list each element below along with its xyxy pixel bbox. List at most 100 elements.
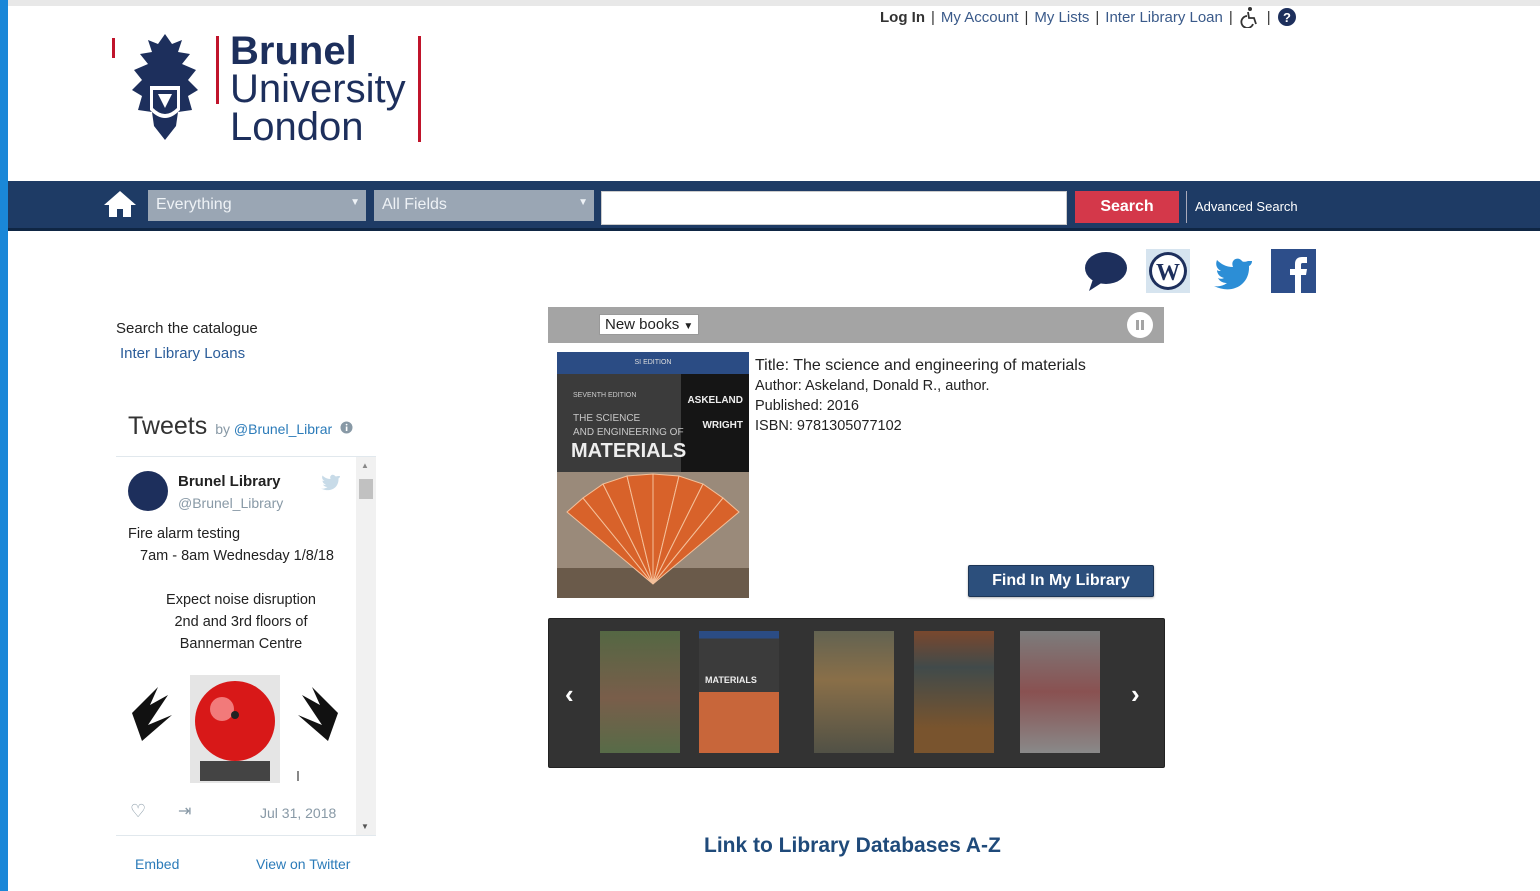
- chevron-down-icon: ▼: [578, 197, 588, 208]
- chat-icon[interactable]: [1083, 249, 1129, 293]
- tweets-by-word: by: [215, 421, 230, 437]
- avatar[interactable]: [128, 471, 168, 511]
- logo-rule: [418, 36, 421, 142]
- home-icon[interactable]: [102, 189, 138, 219]
- share-icon[interactable]: ⇥: [178, 801, 191, 821]
- embed-link[interactable]: Embed: [135, 856, 179, 872]
- alarm-bell-image[interactable]: [128, 675, 342, 785]
- search-input[interactable]: [601, 191, 1067, 225]
- library-databases-link[interactable]: Link to Library Databases A-Z: [704, 834, 1001, 858]
- book-details: Title: The science and engineering of ma…: [755, 356, 1086, 436]
- logo-wordmark: Brunel University London: [230, 29, 406, 149]
- facebook-icon[interactable]: [1271, 249, 1316, 293]
- chevron-left-icon[interactable]: ‹: [565, 679, 574, 710]
- crest-icon: [132, 34, 198, 140]
- chevron-down-icon: ▼: [350, 197, 360, 208]
- tweet-line: 7am - 8am Wednesday 1/8/18: [140, 548, 334, 564]
- chevron-right-icon[interactable]: ›: [1131, 679, 1140, 710]
- tweet-date[interactable]: Jul 31, 2018: [260, 805, 336, 821]
- window-top-edge: [0, 0, 1540, 6]
- new-books-select[interactable]: New books ▼: [599, 314, 700, 335]
- search-field-select[interactable]: All Fields ▼: [374, 190, 594, 221]
- top-utility-nav: Log In | My Account | My Lists | Inter L…: [880, 6, 1297, 28]
- thumbnail-title: MATERIALS: [705, 675, 757, 685]
- book-author: Author: Askeland, Donald R., author.: [755, 378, 990, 394]
- search-field-value: All Fields: [382, 196, 447, 213]
- wordpress-icon[interactable]: W: [1146, 249, 1190, 293]
- tweet-author-name[interactable]: Brunel Library: [178, 473, 281, 490]
- carousel-thumbnail[interactable]: [814, 631, 894, 753]
- info-icon[interactable]: [340, 421, 353, 434]
- advanced-search-link[interactable]: Advanced Search: [1186, 191, 1298, 223]
- separator: |: [1266, 8, 1271, 26]
- cover-seventh-edition: SEVENTH EDITION: [573, 392, 637, 399]
- book-published: Published: 2016: [755, 398, 859, 414]
- cover-title-2: AND ENGINEERING OF: [573, 427, 684, 438]
- twitter-icon[interactable]: [1212, 249, 1252, 293]
- inter-library-loan-link[interactable]: Inter Library Loan: [1105, 9, 1223, 26]
- cover-title-line: THE SCIENCE AND ENGINEERING OF: [573, 412, 684, 440]
- tweet-spacer: [128, 567, 354, 589]
- pause-icon[interactable]: [1127, 312, 1153, 338]
- carousel-thumbnail[interactable]: MATERIALS: [699, 631, 779, 753]
- svg-text:?: ?: [1283, 10, 1291, 25]
- scrollbar-thumb[interactable]: [359, 479, 373, 499]
- search-catalogue-text: Search the catalogue: [116, 320, 258, 337]
- cover-authors: ASKELAND WRIGHT: [687, 394, 743, 432]
- tweets-by: by @Brunel_Librar: [215, 421, 332, 437]
- cover-title-3: MATERIALS: [571, 440, 687, 462]
- separator: |: [1024, 8, 1029, 26]
- brunel-logo[interactable]: Brunel University London: [110, 29, 430, 149]
- tweet-line: Fire alarm testing: [128, 526, 241, 542]
- window-left-edge: [0, 0, 8, 891]
- carousel-thumbnail[interactable]: [914, 631, 994, 753]
- cover-fan-image: [557, 472, 749, 598]
- search-button[interactable]: Search: [1075, 191, 1179, 223]
- separator: |: [1095, 8, 1100, 26]
- tweet-line: Bannerman Centre: [179, 636, 303, 652]
- new-books-select-value: New books: [605, 316, 680, 333]
- tweet-line: Expect noise disruption: [166, 592, 316, 608]
- separator: |: [1228, 8, 1233, 26]
- my-account-link[interactable]: My Account: [941, 9, 1019, 26]
- find-in-my-library-button[interactable]: Find In My Library: [968, 565, 1154, 597]
- search-navbar: Everything ▼ All Fields ▼ Search Advance…: [8, 181, 1540, 231]
- accessibility-icon[interactable]: [1239, 6, 1261, 28]
- cover-author-2: WRIGHT: [702, 420, 743, 431]
- search-scope-value: Everything: [156, 196, 232, 213]
- book-title[interactable]: Title: The science and engineering of ma…: [755, 356, 1086, 376]
- scroll-down-icon[interactable]: ▼: [361, 822, 369, 831]
- timeline-scrollbar[interactable]: ▲ ▼: [356, 457, 376, 835]
- book-cover[interactable]: SI EDITION SEVENTH EDITION THE SCIENCE A…: [557, 352, 749, 598]
- tweets-handle-link[interactable]: @Brunel_Librar: [234, 421, 332, 437]
- book-carousel: ‹ MATERIALS ›: [548, 618, 1165, 768]
- logo-line-london: London: [230, 105, 364, 149]
- carousel-thumbnail[interactable]: [600, 631, 680, 753]
- carousel-thumbnail[interactable]: [1020, 631, 1100, 753]
- scroll-up-icon[interactable]: ▲: [361, 461, 369, 470]
- tweets-title: Tweets: [128, 412, 208, 440]
- separator: |: [931, 8, 935, 26]
- cover-author-1: ASKELAND: [687, 395, 743, 406]
- logo-rule: [112, 38, 115, 58]
- cover-title-1: THE SCIENCE: [573, 413, 641, 424]
- tweet-line: 2nd and 3rd floors of: [174, 614, 308, 630]
- sidebar-links: Search the catalogue Inter Library Loans: [116, 320, 258, 362]
- logo-rule: [216, 36, 219, 104]
- caret-down-icon: ▼: [683, 321, 694, 332]
- twitter-bird-icon[interactable]: [320, 473, 340, 491]
- twitter-timeline[interactable]: Brunel Library @Brunel_Library Fire alar…: [116, 456, 376, 836]
- view-on-twitter-link[interactable]: View on Twitter: [256, 856, 350, 872]
- cover-edition-band: SI EDITION: [557, 352, 749, 374]
- book-isbn: ISBN: 9781305077102: [755, 418, 902, 434]
- cover-spacer: [687, 407, 743, 419]
- help-icon[interactable]: ?: [1277, 7, 1297, 27]
- like-icon[interactable]: ♡: [130, 801, 146, 822]
- logo-line-brunel: Brunel: [230, 29, 357, 73]
- my-lists-link[interactable]: My Lists: [1034, 9, 1089, 26]
- login-link[interactable]: Log In: [880, 9, 925, 26]
- tweet-text: Fire alarm testing 7am - 8am Wednesday 1…: [128, 523, 354, 655]
- search-scope-select[interactable]: Everything ▼: [148, 190, 366, 221]
- tweet-author-handle[interactable]: @Brunel_Library: [178, 495, 283, 511]
- inter-library-loans-link[interactable]: Inter Library Loans: [120, 345, 258, 362]
